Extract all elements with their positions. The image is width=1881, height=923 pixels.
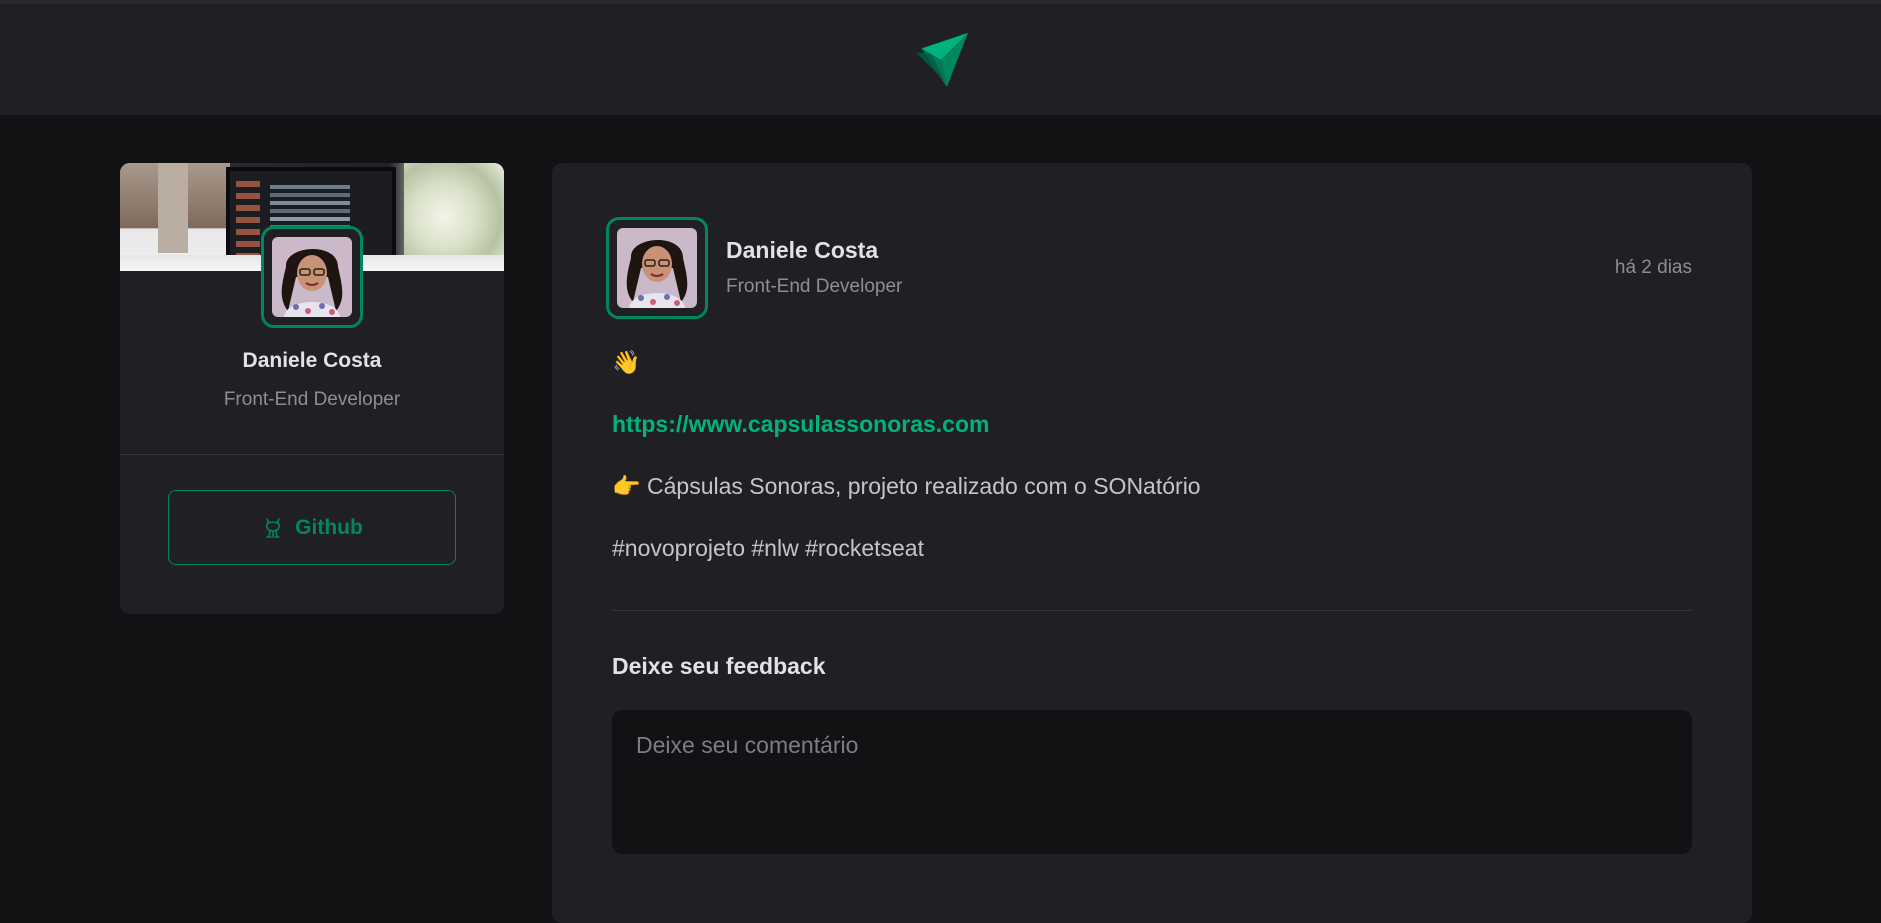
app-header [0, 0, 1881, 115]
paper-plane-logo-icon [915, 32, 968, 87]
comment-textarea[interactable] [612, 710, 1692, 854]
post-hashtags[interactable]: #novoprojeto #nlw #rocketseat [612, 535, 924, 562]
post-divider [612, 610, 1692, 611]
post-description: 👉 Cápsulas Sonoras, projeto realizado co… [612, 473, 1201, 499]
profile-sidebar: Daniele Costa Front-End Developer Github [120, 163, 504, 614]
sidebar-avatar[interactable] [261, 226, 363, 328]
profile-role: Front-End Developer [223, 389, 401, 410]
post-author-role: Front-End Developer [726, 276, 903, 297]
post-author-name: Daniele Costa [726, 237, 879, 263]
github-button[interactable]: Github [168, 490, 456, 565]
post-card: Daniele Costa Front-End Developer há 2 d… [552, 163, 1752, 923]
post-link[interactable]: https://www.capsulassonoras.com [612, 411, 989, 437]
post-wave-emoji: 👋 [612, 349, 641, 375]
github-button-label: Github [295, 515, 363, 539]
sidebar-divider [120, 454, 504, 455]
post-author-avatar[interactable] [606, 217, 708, 319]
profile-name: Daniele Costa [242, 349, 382, 372]
feedback-title: Deixe seu feedback [612, 653, 826, 679]
post-timestamp: há 2 dias [1614, 257, 1692, 278]
github-icon [266, 517, 281, 538]
